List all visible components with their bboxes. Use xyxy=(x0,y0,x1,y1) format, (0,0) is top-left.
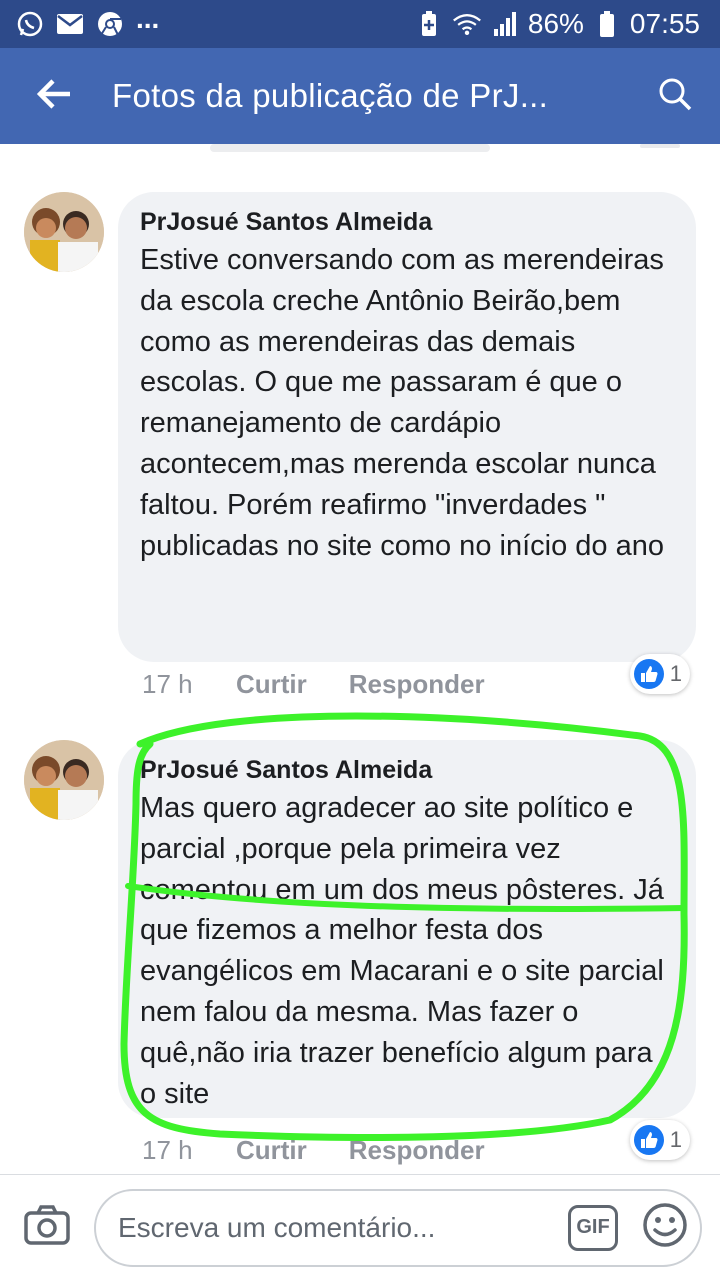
reaction-badge[interactable]: 1 xyxy=(629,1120,690,1160)
comment-item: PrJosué Santos Almeida Mas quero agradec… xyxy=(0,694,720,1174)
reaction-count: 1 xyxy=(669,661,682,686)
reaction-count: 1 xyxy=(669,1127,682,1152)
status-left-icons: ... xyxy=(16,5,159,38)
mail-icon xyxy=(56,10,84,38)
search-button[interactable] xyxy=(630,48,720,144)
signal-icon xyxy=(490,9,520,39)
page-title: Fotos da publicação de PrJ... xyxy=(112,77,549,114)
chrome-icon xyxy=(96,10,124,38)
comment-composer: Escreva um comentário... GIF xyxy=(0,1174,720,1280)
comment-input[interactable]: Escreva um comentário... GIF xyxy=(94,1188,702,1267)
comment-actions: 17 h Curtir Responder xyxy=(142,1132,527,1168)
reaction-badge[interactable]: 1 xyxy=(629,654,690,694)
camera-icon xyxy=(24,1205,70,1250)
wifi-icon xyxy=(452,9,482,39)
comment-author[interactable]: PrJosué Santos Almeida xyxy=(140,206,674,238)
whatsapp-icon xyxy=(16,10,44,38)
like-button[interactable]: Curtir xyxy=(236,1135,307,1166)
app-bar: Fotos da publicação de PrJ... xyxy=(0,48,720,144)
comment-bubble[interactable]: PrJosué Santos Almeida Mas quero agradec… xyxy=(118,740,696,1118)
back-button[interactable] xyxy=(0,48,110,144)
comment-item: PrJosué Santos Almeida Estive conversand… xyxy=(0,144,720,704)
battery-icon xyxy=(592,9,622,39)
status-bar: ... 86% 07:55 xyxy=(0,0,720,48)
like-reaction-icon xyxy=(633,659,664,689)
comment-time[interactable]: 17 h xyxy=(142,1135,236,1166)
emoji-button[interactable] xyxy=(642,1202,688,1253)
battery-percent: 86% xyxy=(527,8,584,39)
comment-text: Mas quero agradecer ao site político e p… xyxy=(140,792,664,1110)
battery-saver-icon xyxy=(414,9,444,39)
back-arrow-icon xyxy=(36,78,73,114)
avatar[interactable] xyxy=(24,192,104,272)
avatar[interactable] xyxy=(24,740,104,820)
comment-input-placeholder: Escreva um comentário... xyxy=(118,1211,436,1243)
like-reaction-icon xyxy=(633,1125,664,1155)
reply-button[interactable]: Responder xyxy=(349,1135,485,1166)
clock: 07:55 xyxy=(629,8,700,39)
status-right-icons: 86% 07:55 xyxy=(414,8,700,40)
emoji-icon xyxy=(642,1202,688,1253)
status-overflow-indicator: ... xyxy=(136,3,160,34)
comment-text: Estive conversando com as merendeiras da… xyxy=(140,244,664,562)
comment-feed[interactable]: PrJosué Santos Almeida Estive conversand… xyxy=(0,144,720,1174)
camera-button[interactable] xyxy=(0,1175,94,1281)
gif-button[interactable]: GIF xyxy=(568,1204,618,1251)
comment-author[interactable]: PrJosué Santos Almeida xyxy=(140,754,674,786)
comment-bubble[interactable]: PrJosué Santos Almeida Estive conversand… xyxy=(118,192,696,662)
search-icon xyxy=(658,77,692,116)
gif-icon: GIF xyxy=(576,1216,610,1238)
